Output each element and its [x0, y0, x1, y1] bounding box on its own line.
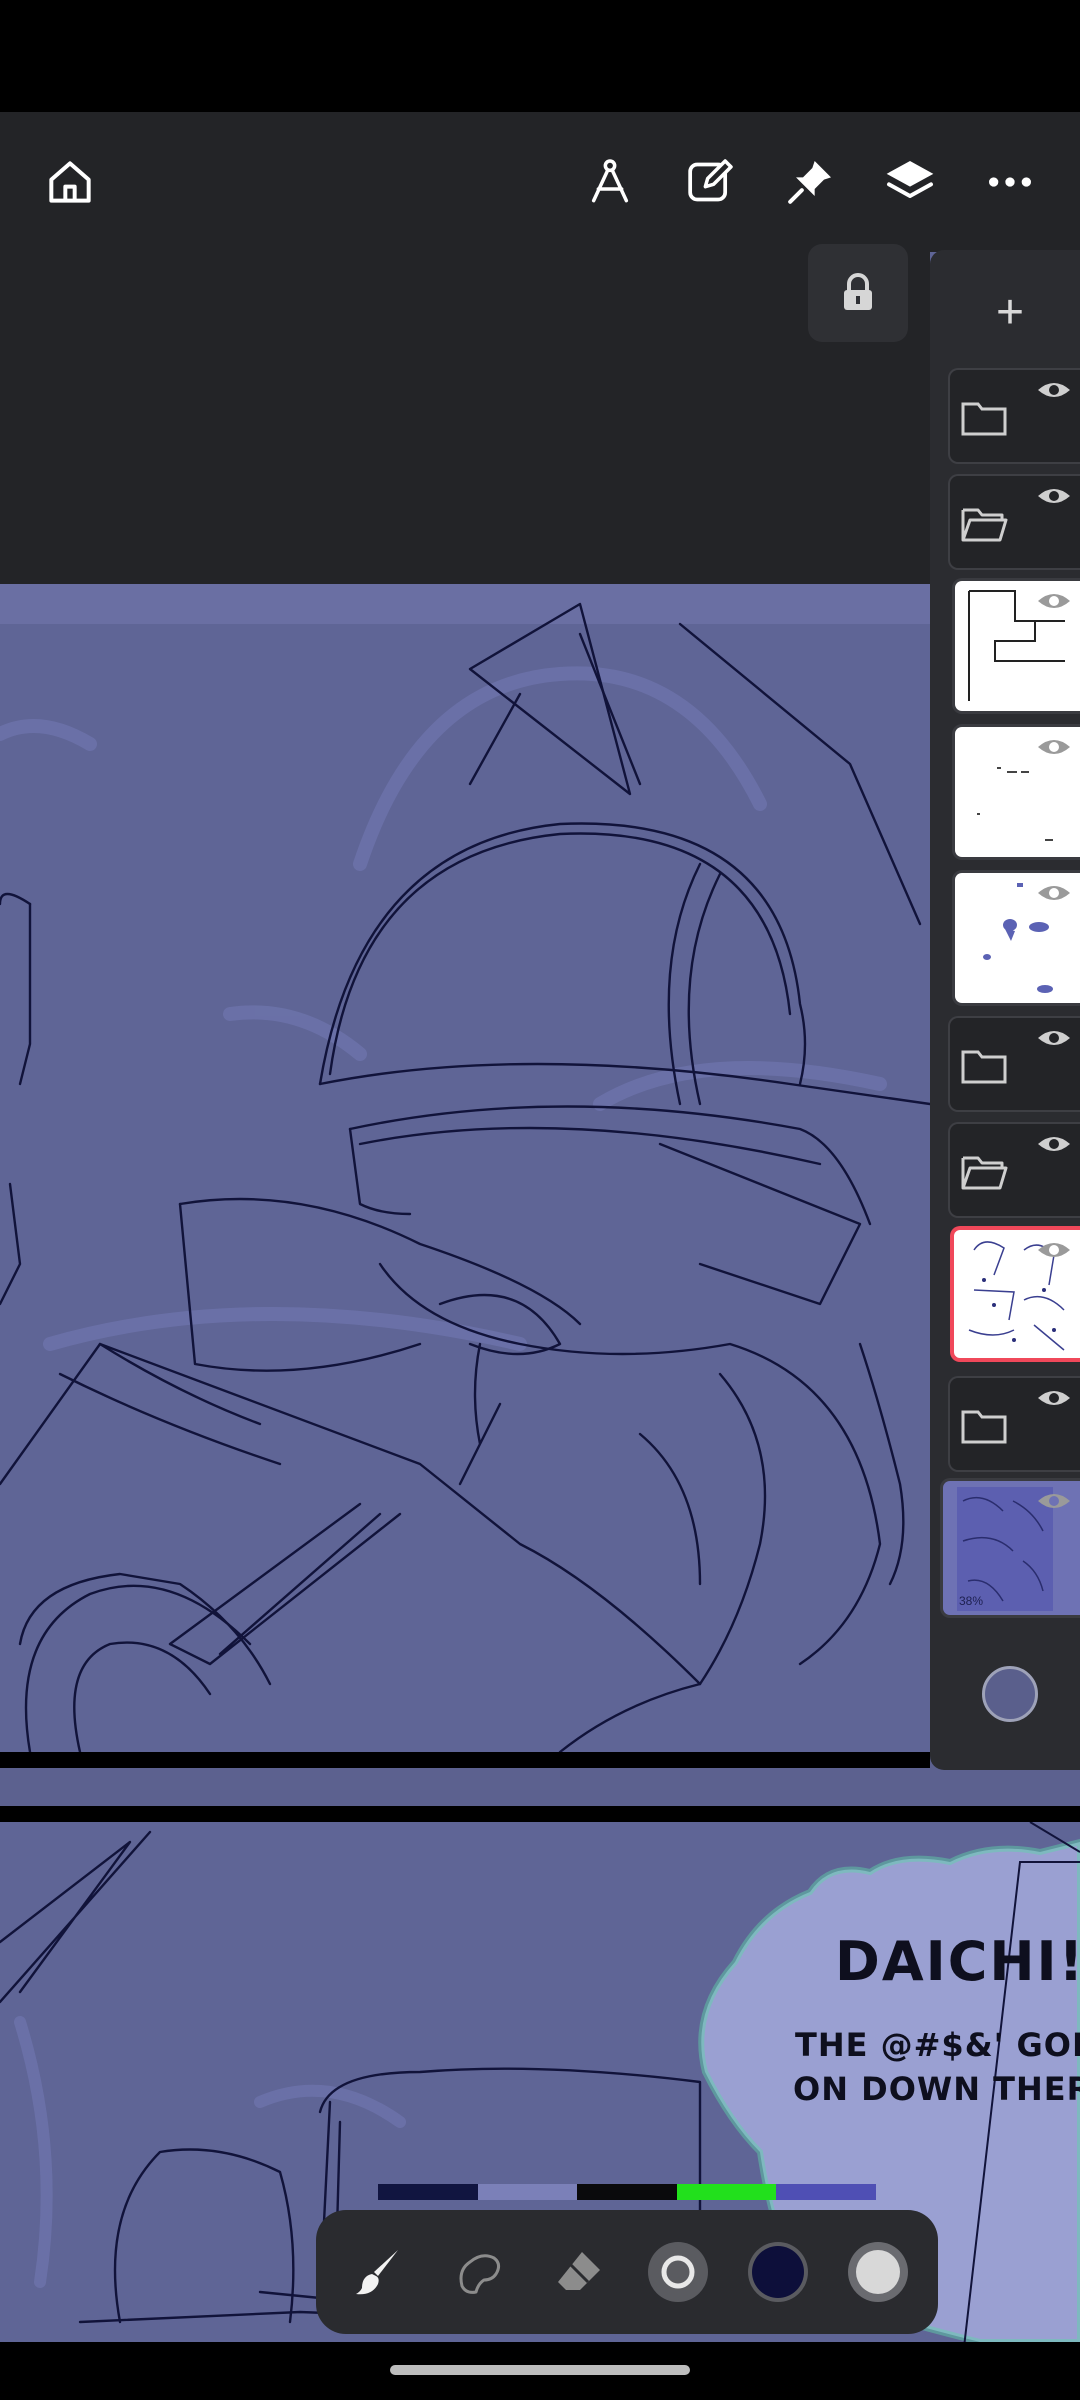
- palette-swatch[interactable]: [676, 2184, 777, 2200]
- brush-tool-button[interactable]: [342, 2234, 418, 2310]
- home-indicator[interactable]: [390, 2365, 690, 2375]
- sketch-drawing: [0, 584, 930, 1752]
- layer-opacity-label: 38%: [959, 1594, 983, 1608]
- eye-icon[interactable]: [1036, 589, 1072, 613]
- palette-swatch[interactable]: [577, 2184, 677, 2200]
- layer-folder[interactable]: [948, 368, 1080, 464]
- opacity-button[interactable]: [840, 2234, 916, 2310]
- eraser-tool-button[interactable]: [542, 2234, 618, 2310]
- layer-thumbnail[interactable]: [952, 578, 1080, 714]
- folder-open-icon: [961, 1156, 1008, 1190]
- speech-bubble-line: ON DOWN THERE: [793, 2070, 1080, 2108]
- smudge-tool-button[interactable]: [442, 2234, 518, 2310]
- palette-swatch[interactable]: [378, 2184, 478, 2200]
- folder-icon: [961, 402, 1007, 436]
- eye-icon[interactable]: [1036, 1489, 1072, 1513]
- eye-icon[interactable]: [1036, 378, 1072, 402]
- eye-icon[interactable]: [1036, 881, 1072, 905]
- eye-icon[interactable]: [1036, 484, 1072, 508]
- folder-open-icon: [961, 508, 1008, 542]
- speech-bubble-line: THE @#$&' GOIN: [795, 2026, 1080, 2064]
- eye-icon[interactable]: [1036, 1026, 1072, 1050]
- pin-icon[interactable]: [770, 142, 850, 222]
- current-color-swatch: [748, 2242, 808, 2302]
- home-icon[interactable]: [30, 142, 110, 222]
- panel-border-line: [0, 1806, 1080, 1822]
- layers-icon[interactable]: [870, 142, 950, 222]
- folder-icon: [961, 1050, 1007, 1084]
- palette-swatch[interactable]: [776, 2184, 876, 2200]
- speech-bubble-title: DAICHI!?: [835, 1930, 1080, 1993]
- layer-thumbnail[interactable]: [952, 724, 1080, 860]
- palette-swatch[interactable]: [477, 2184, 578, 2200]
- folder-icon: [961, 1410, 1007, 1444]
- add-layer-button[interactable]: +: [962, 272, 1058, 352]
- workspace-background: [0, 252, 930, 584]
- canvas-background-color[interactable]: [982, 1666, 1038, 1722]
- eye-icon[interactable]: [1036, 1132, 1072, 1156]
- layer-folder-open[interactable]: [948, 1122, 1080, 1218]
- more-icon[interactable]: [970, 142, 1050, 222]
- lock-button[interactable]: [808, 244, 908, 342]
- status-bar: [0, 0, 1080, 112]
- compass-icon[interactable]: [570, 142, 650, 222]
- layer-folder[interactable]: [948, 1376, 1080, 1472]
- color-palette: [378, 2184, 876, 2200]
- layer-folder-open[interactable]: [948, 474, 1080, 570]
- drawing-canvas[interactable]: [0, 584, 930, 1752]
- layer-thumbnail[interactable]: [952, 870, 1080, 1006]
- layer-thumbnail-selected[interactable]: [950, 1226, 1080, 1362]
- bottom-toolbar: [316, 2210, 938, 2334]
- layer-thumbnail[interactable]: 38%: [940, 1478, 1080, 1618]
- eye-icon[interactable]: [1036, 1238, 1072, 1262]
- panel-border-line: [0, 1752, 930, 1768]
- lock-icon: [844, 273, 872, 310]
- smudge-icon: [459, 2254, 501, 2294]
- eye-icon[interactable]: [1036, 735, 1072, 759]
- brush-size-icon: [648, 2242, 708, 2302]
- color-picker-button[interactable]: [740, 2234, 816, 2310]
- brush-icon: [356, 2250, 398, 2295]
- opacity-icon: [848, 2242, 908, 2302]
- edit-icon[interactable]: [670, 142, 750, 222]
- eraser-icon: [558, 2252, 600, 2290]
- eye-icon[interactable]: [1036, 1386, 1072, 1410]
- layer-folder[interactable]: [948, 1016, 1080, 1112]
- brush-size-button[interactable]: [640, 2234, 716, 2310]
